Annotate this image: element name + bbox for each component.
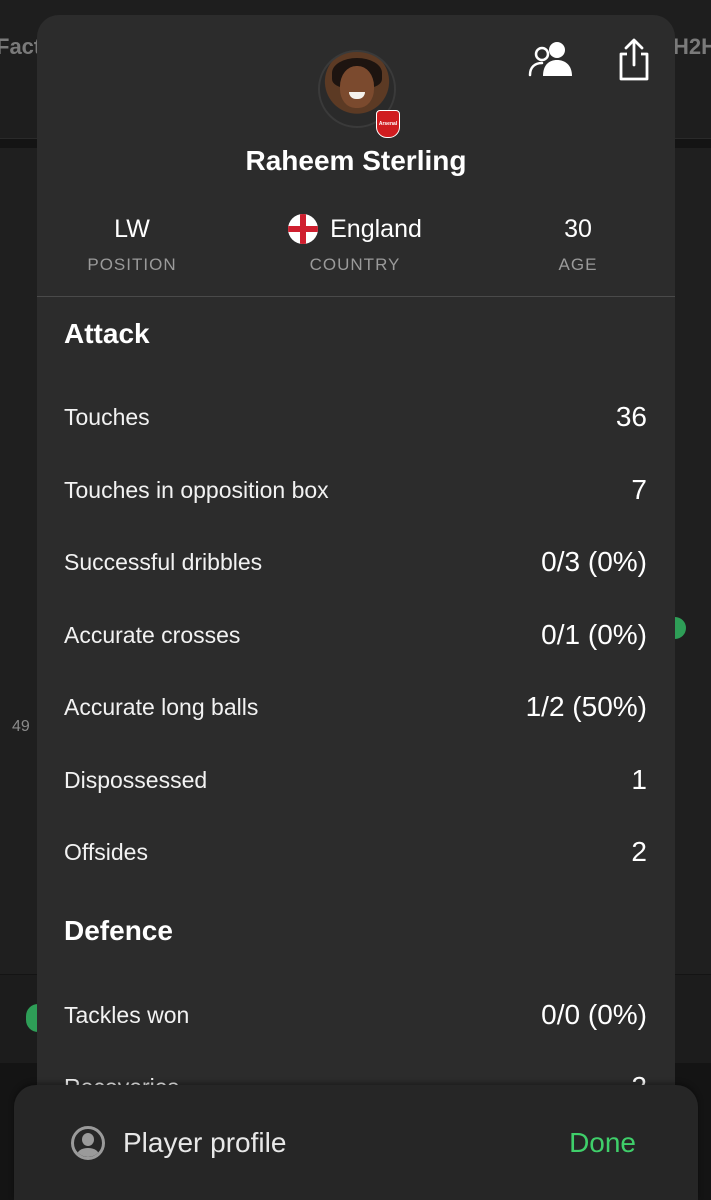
stat-row-offsides: Offsides 2 <box>64 832 647 872</box>
stat-row-touches: Touches 36 <box>64 397 647 437</box>
stat-label: Offsides <box>64 838 148 865</box>
stat-label: Touches in opposition box <box>64 476 329 503</box>
stat-value: 1/2 (50%) <box>525 691 647 722</box>
position-value: LW <box>114 214 150 243</box>
player-profile-label: Player profile <box>123 1127 287 1158</box>
stat-label: Tackles won <box>64 1001 190 1028</box>
share-button[interactable] <box>609 35 659 85</box>
stat-value: 0/3 (0%) <box>541 546 647 577</box>
stat-row-tackles-won: Tackles won 0/0 (0%) <box>64 995 647 1035</box>
age-info: 30 AGE <box>478 213 675 275</box>
stat-label: Successful dribbles <box>64 548 263 575</box>
bottom-action-bar: Player profile Done <box>14 1085 698 1200</box>
stat-value: 1 <box>631 764 647 795</box>
background-number: 49 <box>12 718 30 735</box>
stat-value: 7 <box>631 474 647 505</box>
club-badge: Arsenal <box>376 110 400 138</box>
stat-value: 2 <box>631 836 647 867</box>
player-profile-button[interactable]: Player profile <box>71 1123 286 1163</box>
stat-value: 36 <box>615 401 647 432</box>
stat-row-accurate-long-balls: Accurate long balls 1/2 (50%) <box>64 687 647 727</box>
player-stats-sheet: Arsenal Raheem Sterling LW POSITION Engl… <box>37 15 675 1200</box>
stat-label: Accurate crosses <box>64 621 241 648</box>
attack-section-title: Attack <box>64 318 150 349</box>
stat-row-dispossessed: Dispossessed 1 <box>64 760 647 800</box>
players-button[interactable] <box>526 35 576 85</box>
stat-value: 0/1 (0%) <box>541 619 647 650</box>
player-avatar: Arsenal <box>318 50 400 138</box>
player-name: Raheem Sterling <box>245 145 467 176</box>
done-button[interactable]: Done <box>569 1123 636 1163</box>
stat-label: Touches <box>64 403 150 430</box>
people-icon <box>528 42 572 77</box>
age-value: 30 <box>564 214 592 243</box>
club-badge-text: Arsenal <box>378 121 398 127</box>
person-icon <box>71 1126 105 1160</box>
age-label: AGE <box>558 255 598 274</box>
stat-row-successful-dribbles: Successful dribbles 0/3 (0%) <box>64 542 647 582</box>
divider <box>37 296 675 297</box>
background-tab-facts[interactable]: Fact <box>0 34 41 60</box>
stat-row-accurate-crosses: Accurate crosses 0/1 (0%) <box>64 615 647 655</box>
country-info: England COUNTRY <box>255 213 455 275</box>
stat-label: Accurate long balls <box>64 693 259 720</box>
position-label: POSITION <box>87 255 177 274</box>
stat-value: 0/0 (0%) <box>541 999 647 1030</box>
stat-row-touches-in-box: Touches in opposition box 7 <box>64 470 647 510</box>
country-value: England <box>330 214 422 243</box>
england-flag-icon <box>288 214 319 244</box>
defence-section-title: Defence <box>64 915 173 946</box>
stat-label: Dispossessed <box>64 766 208 793</box>
position-info: LW POSITION <box>37 213 232 275</box>
share-icon <box>619 38 649 81</box>
country-label: COUNTRY <box>309 255 401 274</box>
background-tab-h2h[interactable]: H2H <box>673 34 711 60</box>
